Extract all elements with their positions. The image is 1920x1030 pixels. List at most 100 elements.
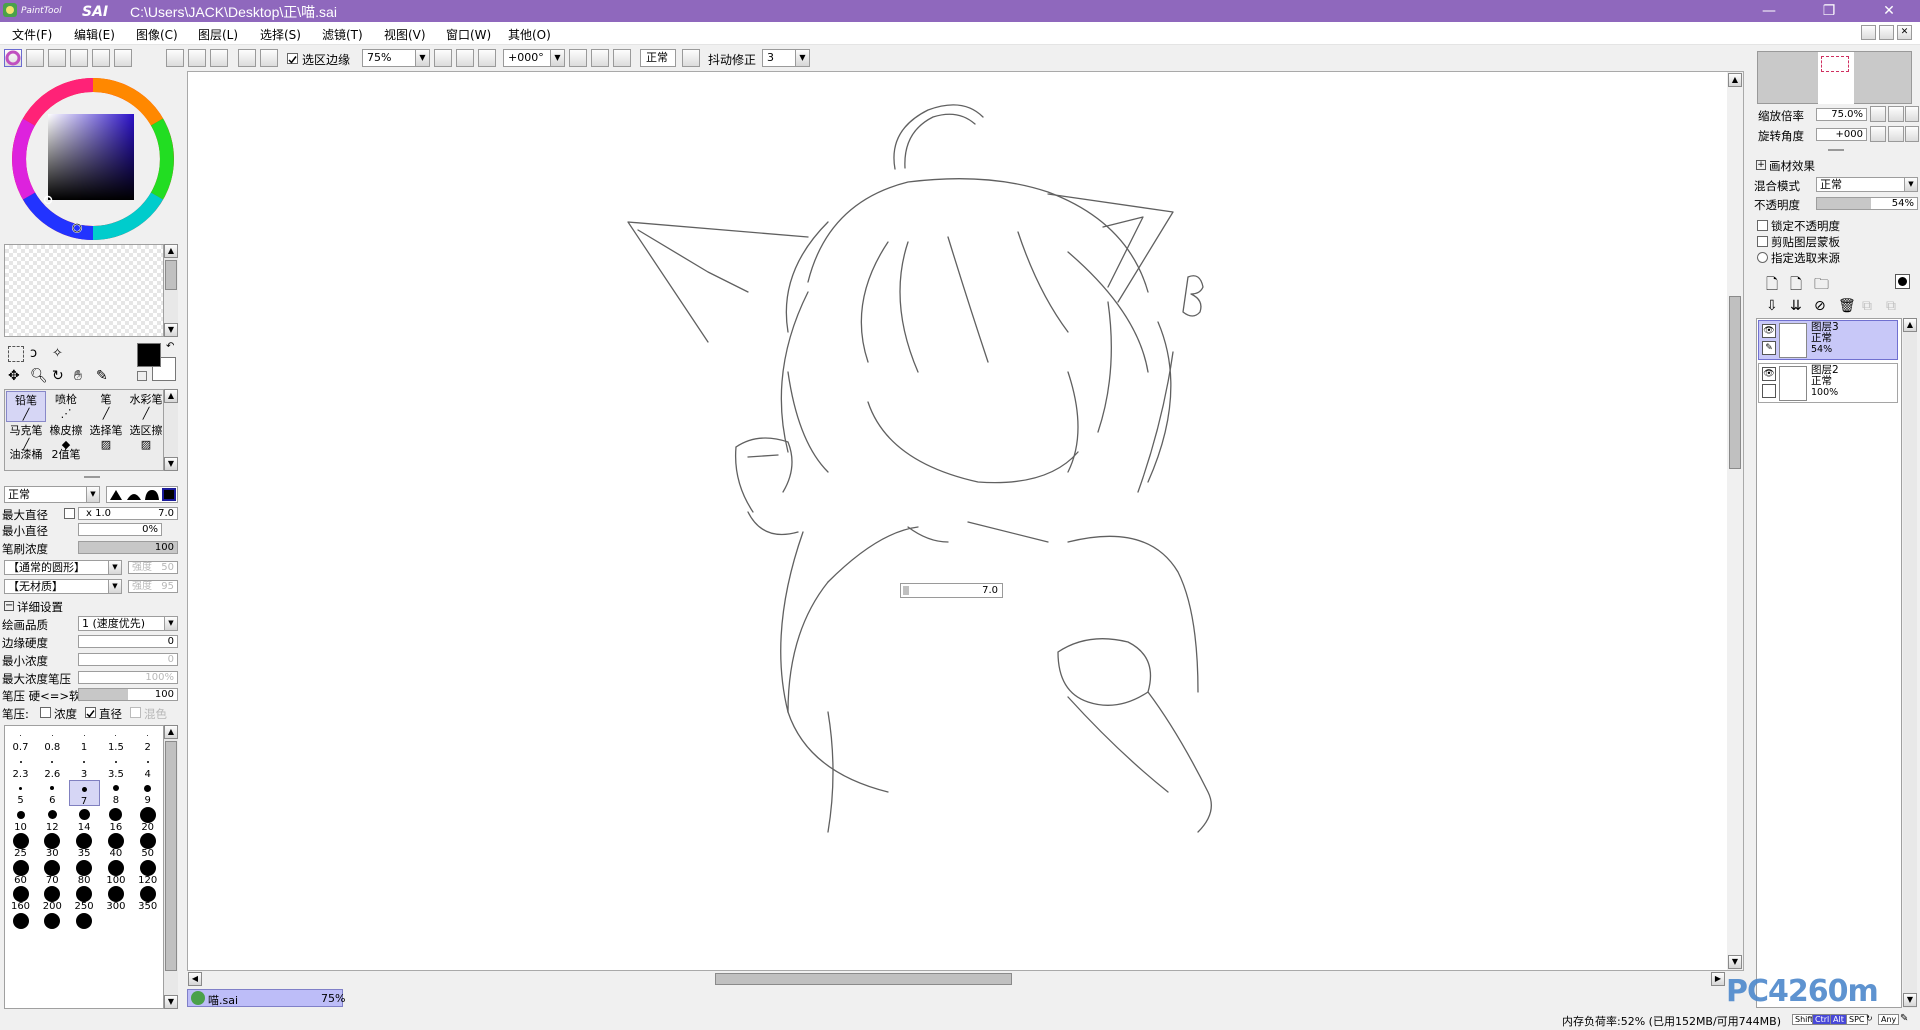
brush-size-preset[interactable]: 2 — [132, 727, 163, 753]
menu-window[interactable]: 窗口(W) — [446, 26, 491, 43]
new-folder-icon[interactable]: 🗀︎ — [1814, 274, 1829, 299]
brush-size-preset[interactable]: 16 — [100, 807, 131, 833]
minimize-button[interactable]: — — [1746, 0, 1792, 22]
scratch-pad[interactable] — [4, 244, 164, 337]
duplicate-layer-icon[interactable]: ⧉ — [1862, 298, 1872, 314]
brush-size-preset[interactable]: 200 — [37, 886, 68, 912]
redo-button[interactable] — [210, 49, 228, 67]
tool-watercolor[interactable]: 水彩笔 ╱ — [126, 391, 166, 422]
brush-lock-icon[interactable]: ✎ — [1762, 341, 1776, 355]
texture-strength-slider[interactable]: 强度 95 — [128, 580, 178, 593]
layer-blend-select[interactable]: 正常 ▼ — [1816, 177, 1918, 192]
brush-size-preset[interactable]: 5 — [5, 780, 36, 806]
brush-size-preset[interactable]: 1 — [69, 727, 100, 753]
new-linework-layer-icon[interactable]: 🗋︎ — [1790, 274, 1802, 299]
menu-view[interactable]: 视图(V) — [384, 26, 426, 43]
scroll-up-icon[interactable]: ▲ — [164, 389, 178, 403]
rect-select-icon[interactable] — [8, 346, 24, 362]
scroll-up-icon[interactable]: ▲ — [1728, 73, 1742, 87]
brush-tip-shapes[interactable] — [106, 486, 178, 503]
lock-opacity-checkbox[interactable] — [1757, 220, 1768, 231]
pressure-mix-checkbox[interactable] — [130, 707, 141, 718]
deselect-button[interactable] — [238, 49, 256, 67]
brush-size-preset[interactable]: 350 — [132, 886, 163, 912]
scroll-down-icon[interactable]: ▼ — [164, 323, 178, 337]
brush-size-preset[interactable]: 70 — [37, 859, 68, 886]
rotate-left-button[interactable] — [569, 49, 587, 67]
merge-down-icon[interactable]: ⇊ — [1790, 298, 1802, 314]
menu-edit[interactable]: 编辑(E) — [74, 26, 115, 43]
brush-size-scrollbar[interactable]: ▲ ▼ — [164, 725, 178, 1009]
brush-size-preset[interactable]: 4 — [132, 754, 163, 780]
collapse-icon[interactable]: − — [4, 601, 14, 611]
brush-size-preset[interactable] — [69, 912, 100, 939]
nav-zoom-in-button[interactable] — [1888, 106, 1904, 122]
brush-size-preset[interactable]: 20 — [132, 806, 163, 833]
brush-size-preset[interactable] — [37, 912, 68, 939]
scroll-down-icon[interactable]: ▼ — [164, 457, 178, 471]
canvas-viewport[interactable]: 7.0 ▲ ▼ — [187, 71, 1744, 971]
zoom-reset-button[interactable] — [478, 49, 496, 67]
zoom-select[interactable]: 75% ▼ — [362, 49, 430, 67]
swatches-toggle-icon[interactable] — [92, 49, 110, 67]
brush-size-preset[interactable]: 2.3 — [5, 754, 36, 780]
brush-size-preset[interactable]: 100 — [100, 859, 131, 886]
brush-size-preset[interactable]: 6 — [37, 780, 68, 806]
max-density-pressure-slider[interactable]: 100% — [78, 671, 178, 684]
nav-rotate-left-button[interactable] — [1870, 126, 1886, 142]
transfer-down-icon[interactable]: ⇩ — [1766, 298, 1778, 314]
brush-size-preset[interactable]: 30 — [37, 833, 68, 859]
rgb-slider-toggle-icon[interactable] — [26, 49, 44, 67]
swap-colors-icon[interactable]: ↶ — [166, 341, 174, 352]
menu-other[interactable]: 其他(O) — [508, 26, 551, 43]
brush-size-preset[interactable]: 35 — [69, 833, 100, 859]
view-mode-button[interactable]: 正常 — [640, 49, 676, 67]
vertical-scroll-thumb[interactable] — [1729, 296, 1741, 469]
scroll-down-icon[interactable]: ▼ — [1903, 993, 1917, 1007]
tool-binary-pen[interactable]: 2值笔 — [46, 446, 86, 470]
hsv-slider-toggle-icon[interactable] — [48, 49, 66, 67]
lasso-icon[interactable]: ↄ — [30, 346, 48, 364]
primary-color-swatch[interactable] — [137, 343, 161, 367]
brush-size-preset[interactable]: 0.8 — [37, 727, 68, 753]
brush-size-preset[interactable]: 80 — [69, 859, 100, 886]
max-diameter-multiplier-toggle[interactable] — [64, 508, 75, 519]
layer-item[interactable]: 👁︎ 图层2 正常 100% — [1758, 363, 1898, 403]
color-wheel-toggle-icon[interactable] — [4, 49, 22, 67]
brush-blend-select[interactable]: 正常 ▼ — [4, 486, 100, 503]
brush-size-preset[interactable]: 10 — [5, 807, 36, 833]
nav-rotate-slider[interactable]: +000 — [1816, 128, 1867, 141]
clear-layer-icon[interactable]: ⊘ — [1814, 298, 1826, 314]
tool-grid-scrollbar[interactable]: ▲ ▼ — [164, 389, 178, 471]
scratch-pad-scrollbar[interactable]: ▲ ▼ — [164, 244, 178, 337]
brush-size-preset[interactable]: 120 — [132, 859, 163, 886]
horizontal-scroll-thumb[interactable] — [715, 973, 1012, 985]
color-mix-toggle-icon[interactable] — [70, 49, 88, 67]
brush-size-preset[interactable]: 40 — [100, 833, 131, 859]
undo-button[interactable] — [188, 49, 206, 67]
scratchpad-toggle-icon[interactable] — [114, 49, 132, 67]
menu-image[interactable]: 图像(C) — [136, 26, 178, 43]
hand-icon[interactable]: ✋︎ — [74, 368, 92, 386]
layer-item[interactable]: 👁︎ ✎ 图层3 正常 54% — [1758, 320, 1898, 360]
menu-file[interactable]: 文件(F) — [12, 26, 52, 43]
brush-size-preset[interactable]: 8 — [100, 780, 131, 806]
brush-size-preset[interactable]: 7 — [68, 780, 100, 807]
scroll-thumb[interactable] — [165, 260, 177, 290]
tool-bucket[interactable]: 油漆桶 — [6, 446, 46, 470]
nav-zoom-out-button[interactable] — [1870, 106, 1886, 122]
document-tab[interactable]: 喵.sai 75% — [187, 989, 345, 1007]
scroll-thumb[interactable] — [165, 741, 177, 971]
tool-brush[interactable]: 笔 ╱ — [86, 391, 126, 422]
brush-size-preset[interactable]: 60 — [5, 859, 36, 886]
nav-rotate-right-button[interactable] — [1888, 126, 1904, 142]
expand-icon[interactable]: + — [1756, 160, 1766, 170]
brush-size-preset[interactable]: 3 — [69, 754, 100, 780]
brush-size-preset[interactable]: 160 — [5, 886, 36, 912]
navigator-viewport-rect[interactable] — [1821, 56, 1849, 72]
navigator-preview[interactable] — [1757, 51, 1912, 104]
shape-strength-slider[interactable]: 强度 50 — [128, 561, 178, 574]
pressure-density-checkbox[interactable] — [40, 707, 51, 718]
scroll-up-icon[interactable]: ▲ — [164, 244, 178, 258]
scroll-up-icon[interactable]: ▲ — [1903, 318, 1917, 332]
